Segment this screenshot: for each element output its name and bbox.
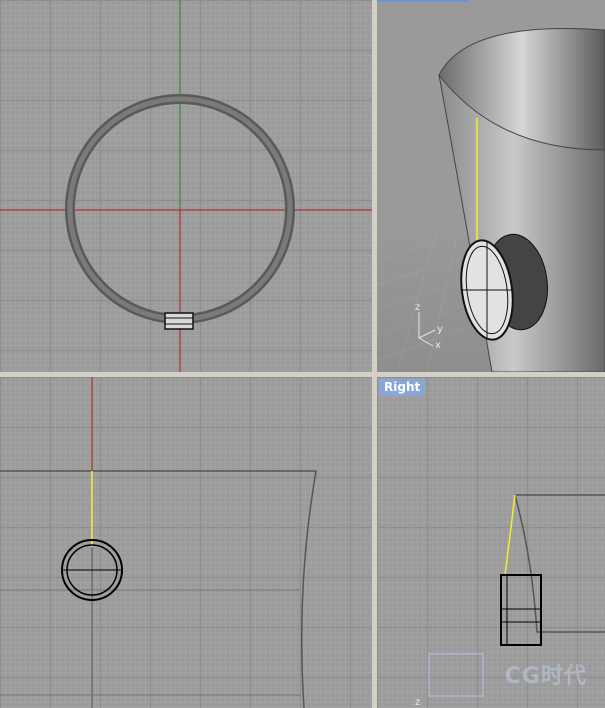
axis-y-label: y	[437, 324, 443, 335]
cup-side-profile[interactable]	[514, 494, 605, 633]
perspective-viewport[interactable]: z y x	[377, 0, 605, 372]
buckle-shape[interactable]	[164, 312, 194, 330]
top-viewport[interactable]	[0, 0, 372, 372]
selection-line-right	[504, 494, 516, 576]
right-axis-z-label: z	[415, 697, 420, 708]
watermark-text: CG时代	[504, 664, 587, 689]
perspective-canvas: z y x	[377, 27, 605, 372]
watermark-logo-box	[428, 653, 484, 697]
front-viewport-canvas	[0, 377, 317, 708]
front-viewport[interactable]	[0, 377, 372, 708]
axis-x-label: x	[435, 340, 441, 351]
axis-z-label: z	[415, 302, 420, 313]
top-viewport-canvas	[0, 0, 372, 372]
